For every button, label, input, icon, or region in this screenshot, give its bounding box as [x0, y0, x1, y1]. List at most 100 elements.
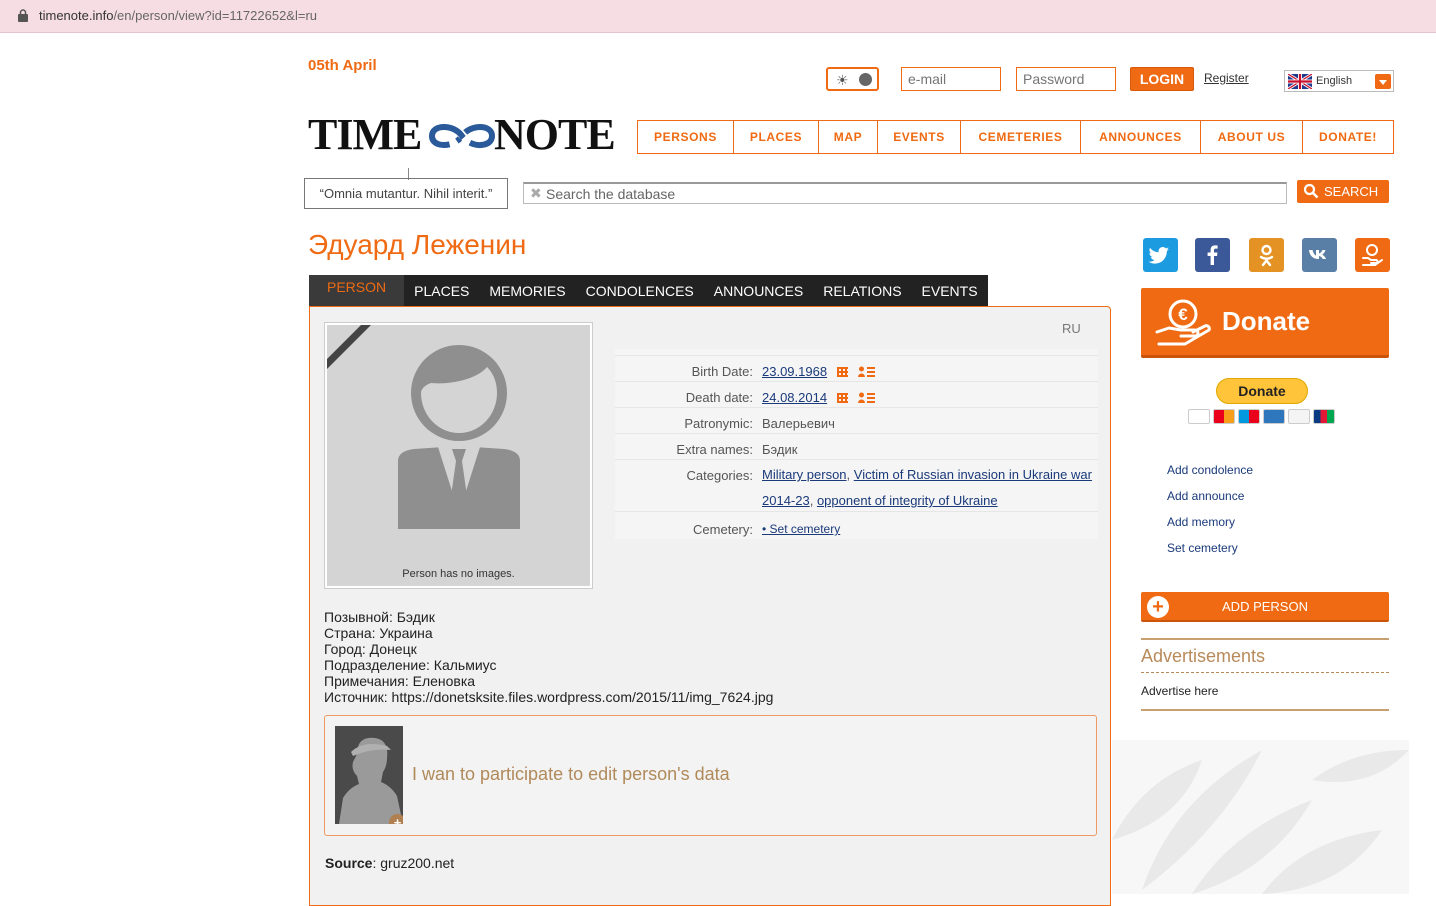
sidebar-actions: Add condolence Add announce Add memory S… — [1167, 463, 1253, 567]
visa-icon — [1188, 409, 1210, 424]
nav-places[interactable]: PLACES — [734, 121, 819, 153]
amex-icon — [1263, 409, 1285, 424]
edit-participation-box[interactable]: + I wan to participate to edit person's … — [324, 715, 1097, 836]
nav-events[interactable]: EVENTS — [878, 121, 961, 153]
nav-donate[interactable]: DONATE! — [1303, 121, 1393, 153]
language-code: RU — [1062, 321, 1081, 336]
profile-silhouette-icon — [339, 737, 403, 824]
nav-persons[interactable]: PERSONS — [638, 121, 734, 153]
current-date: 05th April — [308, 57, 377, 74]
search-button-label: SEARCH — [1324, 184, 1379, 199]
register-link[interactable]: Register — [1204, 71, 1249, 85]
odnoklassniki-share-button[interactable] — [1249, 238, 1284, 272]
decorative-leaves-background — [1112, 740, 1409, 894]
advertise-here-link[interactable]: Advertise here — [1141, 684, 1218, 698]
search-icon — [1303, 183, 1319, 199]
logo-text-time: TIME — [308, 110, 422, 159]
bio-line: Примечания: Еленовка — [324, 673, 476, 689]
person-tabs: PERSON PLACES MEMORIES CONDOLENCES ANNOU… — [309, 275, 988, 306]
nav-about-us[interactable]: ABOUT US — [1201, 121, 1303, 153]
facebook-share-button[interactable] — [1195, 238, 1230, 272]
tab-condolences[interactable]: CONDOLENCES — [576, 275, 704, 306]
category-link[interactable]: Military person — [762, 467, 847, 482]
search-button[interactable]: SEARCH — [1297, 180, 1389, 203]
bio-line: Страна: Украина — [324, 625, 433, 641]
person-photo-placeholder[interactable]: Person has no images. — [324, 322, 593, 589]
advertisements-heading: Advertisements — [1141, 646, 1266, 666]
url-text[interactable]: timenote.info/en/person/view?id=11722652… — [39, 8, 317, 23]
nav-announces[interactable]: ANNOUNCES — [1081, 121, 1201, 153]
tab-events[interactable]: EVENTS — [912, 275, 988, 306]
source-label: Source — [325, 855, 373, 871]
add-announce-link[interactable]: Add announce — [1167, 489, 1253, 515]
add-person-button[interactable]: + ADD PERSON — [1141, 592, 1389, 622]
bio-line: Город: Донецк — [324, 641, 417, 657]
tab-places[interactable]: PLACES — [404, 275, 479, 306]
person-list-icon[interactable] — [858, 366, 876, 377]
uk-flag-icon — [1288, 74, 1312, 89]
svg-text:€: € — [1178, 305, 1188, 324]
calendar-icon[interactable] — [837, 393, 849, 403]
euro-hand-icon: € — [1155, 299, 1211, 346]
browser-url-bar[interactable]: timenote.info/en/person/view?id=11722652… — [0, 0, 1436, 33]
categories-label: Categories: — [686, 468, 753, 483]
extra-names-label: Extra names: — [676, 442, 753, 457]
avatar: + — [335, 726, 403, 824]
divider — [1141, 672, 1389, 673]
jcb-icon — [1313, 409, 1335, 424]
user-silhouette-icon — [398, 345, 520, 529]
language-select[interactable]: English — [1284, 70, 1394, 92]
death-date-link[interactable]: 24.08.2014 — [762, 390, 827, 405]
person-panel: Person has no images. RU Birth Date: 23.… — [309, 306, 1111, 906]
lock-icon — [18, 9, 28, 22]
donate-button[interactable]: € Donate — [1141, 288, 1389, 358]
paypal-donate-button[interactable]: Donate — [1216, 378, 1308, 404]
facebook-icon — [1207, 245, 1218, 265]
birth-date-link[interactable]: 23.09.1968 — [762, 364, 827, 379]
patronymic-label: Patronymic: — [684, 416, 753, 431]
maestro-icon — [1238, 409, 1260, 424]
tab-person[interactable]: PERSON — [309, 275, 405, 306]
donate-label: Donate — [1222, 306, 1311, 336]
edit-prompt-text[interactable]: I wan to participate to edit person's da… — [412, 764, 730, 785]
search-input[interactable]: ✖ Search the database — [523, 182, 1287, 204]
login-button[interactable]: LOGIN — [1130, 67, 1194, 91]
add-person-label: ADD PERSON — [1222, 599, 1308, 614]
category-link[interactable]: opponent of integrity of Ukraine — [817, 493, 998, 508]
moon-icon — [859, 73, 872, 86]
categories-value: Military person, Victim of Russian invas… — [762, 467, 1092, 508]
bio-line: Подразделение: Кальмиус — [324, 657, 497, 673]
clear-icon[interactable]: ✖ — [530, 185, 542, 202]
tab-relations[interactable]: RELATIONS — [813, 275, 911, 306]
add-condolence-link[interactable]: Add condolence — [1167, 463, 1253, 489]
source-value: : gruz200.net — [372, 855, 455, 871]
theme-toggle[interactable]: ☀ — [826, 67, 879, 91]
chevron-down-icon — [1375, 74, 1391, 89]
add-icon[interactable]: + — [389, 814, 403, 824]
twitter-share-button[interactable] — [1143, 238, 1178, 272]
person-list-icon[interactable] — [858, 392, 876, 403]
person-biography: Позывной: Бэдик Страна: Украина Город: Д… — [324, 609, 773, 705]
infinity-icon — [428, 124, 496, 148]
nav-cemeteries[interactable]: CEMETERIES — [961, 121, 1081, 153]
cemetery-label: Cemetery: — [693, 522, 753, 537]
patronymic-value: Валерьевич — [762, 416, 835, 431]
add-memory-link[interactable]: Add memory — [1167, 515, 1253, 541]
site-motto: “Omnia mutantur. Nihil interit.” — [304, 178, 508, 209]
vk-share-button[interactable] — [1302, 238, 1337, 272]
nav-map[interactable]: MAP — [819, 121, 878, 153]
tab-announces[interactable]: ANNOUNCES — [704, 275, 813, 306]
set-cemetery-sidebar-link[interactable]: Set cemetery — [1167, 541, 1253, 567]
donate-hand-button[interactable] — [1355, 238, 1390, 272]
calendar-icon[interactable] — [837, 367, 849, 377]
set-cemetery-link[interactable]: • Set cemetery — [762, 522, 840, 536]
coin-hand-icon — [1362, 244, 1383, 266]
tab-memories[interactable]: MEMORIES — [479, 275, 575, 306]
payment-cards — [1188, 409, 1335, 425]
person-info-table: Birth Date: 23.09.1968 Death date: 24.08… — [615, 349, 1098, 539]
password-field[interactable] — [1016, 67, 1116, 91]
email-field[interactable] — [901, 67, 1001, 91]
discover-icon — [1288, 409, 1310, 424]
odnoklassniki-icon — [1259, 244, 1274, 267]
divider — [1141, 709, 1389, 711]
